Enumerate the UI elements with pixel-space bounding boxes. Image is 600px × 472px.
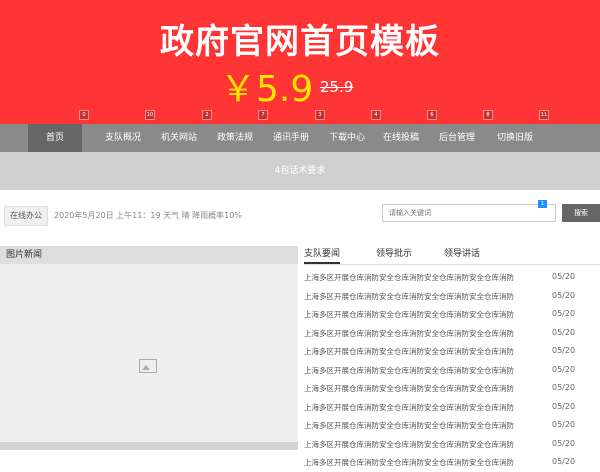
nav-item-old-version[interactable]: 切换旧版: [486, 124, 544, 152]
nav-badge: 8: [483, 110, 493, 120]
list-item[interactable]: 上海多区开展仓库消防安全仓库消防安全仓库消防安全仓库消防 05/20: [304, 361, 600, 380]
news-tabs: 支队要闻 领导批示 领导讲话: [304, 246, 600, 265]
news-title[interactable]: 上海多区开展仓库消防安全仓库消防安全仓库消防安全仓库消防: [304, 457, 546, 468]
news-date: 05/20: [552, 272, 576, 281]
nav-badge: 4: [371, 110, 381, 120]
news-date: 05/20: [552, 457, 576, 466]
news-date: 05/20: [552, 290, 576, 300]
search-input[interactable]: [382, 204, 556, 222]
news-date: 05/20: [552, 327, 576, 337]
news-title[interactable]: 上海多区开展仓库消防安全仓库消防安全仓库消防安全仓库消防: [304, 346, 546, 357]
news-date: 05/20: [552, 420, 576, 429]
notice-band: 4包话术要求: [0, 152, 600, 190]
nav-item-home[interactable]: 首页: [28, 124, 82, 152]
nav-badge: 3: [315, 110, 325, 120]
tab-leader-speeches[interactable]: 领导讲话: [444, 246, 480, 262]
list-item[interactable]: 上海多区开展仓库消防安全仓库消防安全仓库消防安全仓库消防 05/20: [304, 379, 600, 398]
tab-leader-instructions[interactable]: 领导批示: [376, 246, 412, 262]
news-title[interactable]: 上海多区开展仓库消防安全仓库消防安全仓库消防安全仓库消防: [304, 272, 546, 283]
nav-badge: 0: [79, 110, 89, 120]
main-nav: 首页 支队概况 机关网站 政策法规 通讯手册 下载中心 在线投稿 后台管理 切换…: [0, 124, 600, 152]
news-date: 05/20: [552, 346, 576, 355]
nav-badge: 11: [539, 110, 549, 120]
tab-team-news[interactable]: 支队要闻: [304, 246, 341, 264]
search-button[interactable]: 搜索: [562, 204, 600, 222]
date-weather-text: 2020年5月20日 上午11：19 天气 晴 降雨概率10%: [54, 211, 242, 220]
news-title[interactable]: 上海多区开展仓库消防安全仓库消防安全仓库消防安全仓库消防: [304, 420, 546, 431]
info-bar: 在线办公 2020年5月20日 上午11：19 天气 晴 降雨概率10% 1 搜…: [0, 190, 600, 238]
news-title[interactable]: 上海多区开展仓库消防安全仓库消防安全仓库消防安全仓库消防: [304, 439, 546, 450]
list-item[interactable]: 上海多区开展仓库消防安全仓库消防安全仓库消防安全仓库消防 05/20: [304, 416, 600, 435]
price: ￥5.9: [220, 69, 314, 110]
nav-item-policies[interactable]: 政策法规: [206, 124, 264, 152]
nav-item-about[interactable]: 支队概况: [94, 124, 152, 152]
news-title[interactable]: 上海多区开展仓库消防安全仓库消防安全仓库消防安全仓库消防: [304, 383, 546, 394]
news-date: 05/20: [552, 438, 576, 448]
nav-item-admin[interactable]: 后台管理: [428, 124, 486, 152]
list-item[interactable]: 上海多区开展仓库消防安全仓库消防安全仓库消防安全仓库消防 05/20: [304, 453, 600, 472]
list-item[interactable]: 上海多区开展仓库消防安全仓库消防安全仓库消防安全仓库消防 05/20: [304, 435, 600, 454]
news-title[interactable]: 上海多区开展仓库消防安全仓库消防安全仓库消防安全仓库消防: [304, 402, 546, 413]
nav-item-directory[interactable]: 通讯手册: [262, 124, 320, 152]
nav-badge: 6: [427, 110, 437, 120]
search-badge: 1: [538, 200, 547, 208]
photo-news-panel: 图片新闻: [0, 246, 298, 450]
list-item[interactable]: 上海多区开展仓库消防安全仓库消防安全仓库消防安全仓库消防 05/20: [304, 287, 600, 306]
news-date: 05/20: [552, 383, 576, 392]
news-title[interactable]: 上海多区开展仓库消防安全仓库消防安全仓库消防安全仓库消防: [304, 309, 546, 320]
image-placeholder-icon[interactable]: [139, 359, 157, 373]
old-price: 25.9: [320, 78, 354, 96]
list-item[interactable]: 上海多区开展仓库消防安全仓库消防安全仓库消防安全仓库消防 05/20: [304, 398, 600, 417]
list-item[interactable]: 上海多区开展仓库消防安全仓库消防安全仓库消防安全仓库消防 05/20: [304, 268, 600, 287]
photo-caption-bar: [0, 442, 298, 450]
nav-badge: 10: [145, 110, 155, 120]
news-date: 05/20: [552, 364, 576, 374]
nav-item-agencies[interactable]: 机关网站: [150, 124, 208, 152]
news-date: 05/20: [552, 309, 576, 318]
photo-news-title: 图片新闻: [0, 246, 298, 264]
nav-badge: 2: [202, 110, 212, 120]
online-office-button[interactable]: 在线办公: [4, 206, 48, 226]
news-title[interactable]: 上海多区开展仓库消防安全仓库消防安全仓库消防安全仓库消防: [304, 365, 546, 376]
list-item[interactable]: 上海多区开展仓库消防安全仓库消防安全仓库消防安全仓库消防 05/20: [304, 324, 600, 343]
nav-badge: 7: [258, 110, 268, 120]
news-title[interactable]: 上海多区开展仓库消防安全仓库消防安全仓库消防安全仓库消防: [304, 291, 546, 302]
nav-item-downloads[interactable]: 下载中心: [318, 124, 376, 152]
news-date: 05/20: [552, 401, 576, 411]
banner-title: 政府官网首页模板: [160, 22, 440, 62]
news-title[interactable]: 上海多区开展仓库消防安全仓库消防安全仓库消防安全仓库消防: [304, 328, 546, 339]
nav-item-submit[interactable]: 在线投稿: [372, 124, 430, 152]
band-text: 4包话术要求: [274, 166, 326, 176]
list-item[interactable]: 上海多区开展仓库消防安全仓库消防安全仓库消防安全仓库消防 05/20: [304, 342, 600, 361]
news-list: 上海多区开展仓库消防安全仓库消防安全仓库消防安全仓库消防 05/20 上海多区开展仓…: [304, 268, 600, 472]
list-item[interactable]: 上海多区开展仓库消防安全仓库消防安全仓库消防安全仓库消防 05/20: [304, 305, 600, 324]
promo-banner: 政府官网首页模板 ￥5.9 25.9: [0, 0, 600, 124]
